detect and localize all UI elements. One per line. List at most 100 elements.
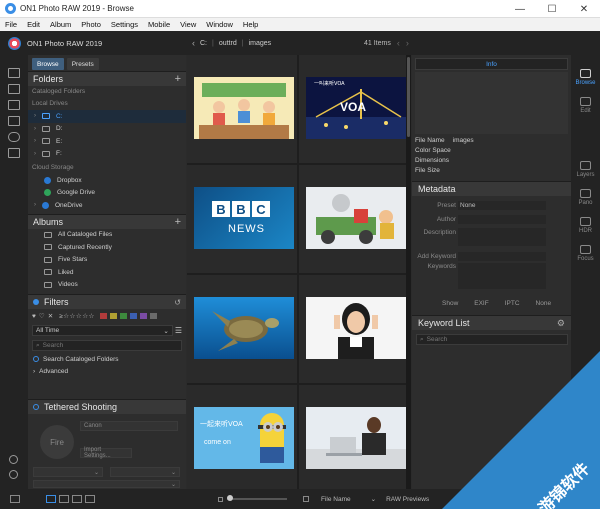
menu-file[interactable]: File bbox=[0, 20, 22, 29]
breadcrumb-folder[interactable]: outtrd bbox=[219, 40, 237, 47]
drive-f[interactable]: › F: bbox=[28, 148, 186, 161]
thumbnail-size-slider[interactable] bbox=[227, 495, 287, 501]
reject-icon[interactable]: ✕ bbox=[48, 312, 53, 320]
color-blue-swatch[interactable] bbox=[129, 313, 137, 319]
user-icon[interactable] bbox=[9, 455, 18, 464]
menu-settings[interactable]: Settings bbox=[106, 20, 143, 29]
chevron-right-icon[interactable]: › bbox=[34, 202, 42, 208]
info-tab[interactable]: Info bbox=[415, 58, 568, 70]
camera-icon[interactable] bbox=[8, 84, 20, 94]
color-red-swatch[interactable] bbox=[99, 313, 107, 319]
detail-view-icon[interactable] bbox=[72, 495, 82, 503]
breadcrumb-drive[interactable]: C: bbox=[200, 40, 207, 47]
drive-e[interactable]: › E: bbox=[28, 135, 186, 148]
slider-handle[interactable] bbox=[227, 495, 233, 501]
panel-toggle-icon[interactable] bbox=[10, 495, 20, 503]
thumb-cell[interactable]: 一叫来听VOA VOA bbox=[299, 55, 409, 163]
import-settings-button[interactable]: Import Settings... bbox=[80, 447, 132, 459]
add-album-icon[interactable]: + bbox=[175, 216, 181, 228]
show-iptc[interactable]: IPTC bbox=[505, 300, 520, 307]
thumb-cell[interactable] bbox=[299, 275, 409, 383]
module-layers[interactable]: Layers bbox=[571, 161, 600, 178]
close-button[interactable]: ✕ bbox=[568, 0, 600, 18]
thumb-cell[interactable] bbox=[299, 385, 409, 489]
menu-album[interactable]: Album bbox=[45, 20, 76, 29]
thumbnail-image[interactable]: 一叫来听VOA VOA bbox=[306, 77, 406, 139]
module-focus[interactable]: Focus bbox=[571, 245, 600, 262]
menu-photo[interactable]: Photo bbox=[76, 20, 106, 29]
menu-help[interactable]: Help bbox=[238, 20, 263, 29]
thumb-cell[interactable] bbox=[299, 165, 409, 273]
filters-toggle-icon[interactable] bbox=[33, 299, 39, 305]
folder-icon[interactable] bbox=[8, 100, 20, 110]
next-chevron-icon[interactable]: › bbox=[406, 38, 409, 48]
folders-header[interactable]: Folders + bbox=[28, 71, 186, 86]
time-filter-select[interactable]: All Time ⌄ bbox=[32, 325, 173, 336]
breadcrumb-current[interactable]: images bbox=[249, 40, 272, 47]
cloud-icon[interactable] bbox=[8, 132, 20, 142]
drive-d[interactable]: › D: bbox=[28, 123, 186, 136]
maximize-button[interactable]: ☐ bbox=[536, 0, 568, 18]
scrollbar-thumb[interactable] bbox=[407, 57, 410, 137]
add-keyword-field[interactable] bbox=[458, 252, 546, 261]
cloud-dropbox[interactable]: Dropbox bbox=[28, 174, 186, 187]
thumb-cell[interactable]: B B C NEWS bbox=[187, 165, 297, 273]
cloud-google-drive[interactable]: Google Drive bbox=[28, 187, 186, 200]
search-cataloged-option[interactable]: Search Cataloged Folders bbox=[28, 353, 186, 366]
album-five-stars[interactable]: Five Stars bbox=[28, 254, 186, 267]
module-browse[interactable]: Browse bbox=[571, 69, 600, 86]
thumbnail-image[interactable]: B B C NEWS bbox=[194, 187, 294, 249]
album-videos[interactable]: Videos bbox=[28, 279, 186, 292]
description-field[interactable] bbox=[458, 228, 546, 246]
sort-select[interactable]: File Name bbox=[321, 496, 351, 503]
thumbnail-image[interactable]: 一起来听VOA come on bbox=[194, 407, 294, 469]
menu-edit[interactable]: Edit bbox=[22, 20, 45, 29]
tab-browse[interactable]: Browse bbox=[32, 58, 64, 70]
compare-view-icon[interactable] bbox=[85, 495, 95, 503]
menu-window[interactable]: Window bbox=[201, 20, 238, 29]
thumbnail-image[interactable] bbox=[306, 407, 406, 469]
albums-icon[interactable] bbox=[8, 148, 20, 158]
reset-icon[interactable]: ↺ bbox=[174, 298, 181, 307]
preset-select[interactable]: None bbox=[458, 201, 546, 210]
filmstrip-view-icon[interactable] bbox=[59, 495, 69, 503]
show-exif[interactable]: EXIF bbox=[474, 300, 488, 307]
tether-select-1[interactable]: ⌄ bbox=[33, 467, 103, 477]
filter-search-input[interactable]: ⌕ Search bbox=[32, 340, 182, 351]
thumbnail-image[interactable] bbox=[194, 77, 294, 139]
color-green-swatch[interactable] bbox=[119, 313, 127, 319]
help-icon[interactable] bbox=[9, 470, 18, 479]
grid-view-icon[interactable] bbox=[46, 495, 56, 503]
module-pano[interactable]: Pano bbox=[571, 189, 600, 206]
list-icon[interactable]: ☰ bbox=[175, 326, 182, 335]
tethered-header[interactable]: Tethered Shooting bbox=[28, 399, 186, 414]
module-hdr[interactable]: HDR bbox=[571, 217, 600, 234]
chevron-right-icon[interactable]: › bbox=[34, 151, 42, 157]
fire-button[interactable]: Fire bbox=[40, 425, 74, 459]
chevron-right-icon[interactable]: › bbox=[34, 138, 42, 144]
menu-view[interactable]: View bbox=[175, 20, 201, 29]
grid-scrollbar[interactable] bbox=[406, 55, 411, 489]
menu-mobile[interactable]: Mobile bbox=[143, 20, 175, 29]
like-icon[interactable]: ♥ bbox=[32, 313, 36, 320]
color-gray-swatch[interactable] bbox=[149, 313, 157, 319]
metadata-header[interactable]: Metadata bbox=[412, 181, 571, 196]
radio-icon[interactable] bbox=[33, 356, 39, 363]
album-liked[interactable]: Liked bbox=[28, 266, 186, 279]
gear-icon[interactable]: ⚙ bbox=[557, 318, 565, 329]
album-recent[interactable]: Captured Recently bbox=[28, 241, 186, 254]
chevron-right-icon[interactable]: › bbox=[34, 113, 42, 119]
cloud-onedrive[interactable]: › OneDrive bbox=[28, 199, 186, 212]
tab-presets[interactable]: Presets bbox=[66, 58, 99, 70]
minimize-button[interactable]: — bbox=[504, 0, 536, 18]
filters-header[interactable]: Filters ↺ bbox=[28, 294, 186, 309]
tether-select-3[interactable]: ⌄ bbox=[33, 480, 180, 488]
thumbnail-image[interactable] bbox=[306, 297, 406, 359]
color-yellow-swatch[interactable] bbox=[109, 313, 117, 319]
add-folder-icon[interactable]: + bbox=[175, 73, 181, 85]
filter-checkbox[interactable] bbox=[303, 496, 309, 502]
color-purple-swatch[interactable] bbox=[139, 313, 147, 319]
albums-header[interactable]: Albums + bbox=[28, 213, 186, 229]
thumb-cell[interactable]: 一起来听VOA come on bbox=[187, 385, 297, 489]
tether-select-2[interactable]: ⌄ bbox=[110, 467, 180, 477]
